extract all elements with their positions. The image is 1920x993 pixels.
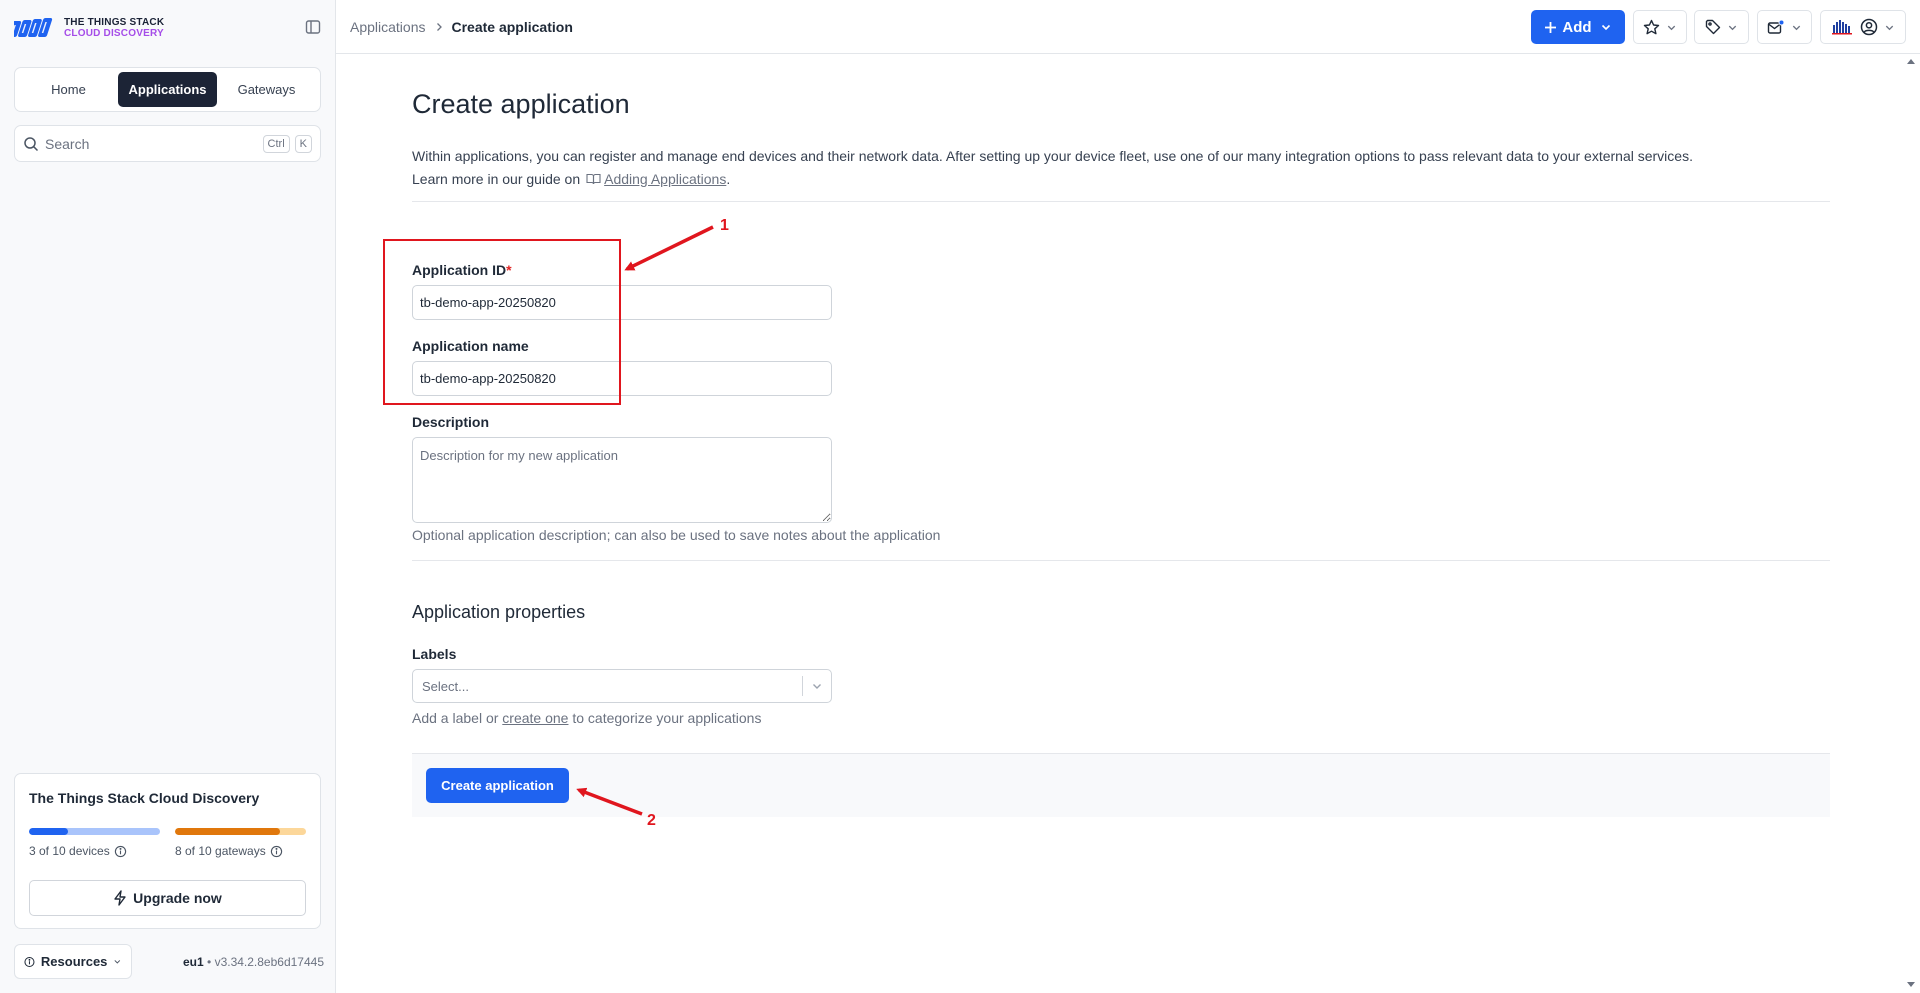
labels-help: Add a label or create one to categorize … [412,710,761,726]
search-icon [24,136,39,151]
annotation-marker-2: 2 [647,812,656,829]
add-label: Add [1562,18,1592,36]
resources-menu-button[interactable]: Resources [14,944,132,979]
tab-home[interactable]: Home [19,72,118,107]
breadcrumb-current: Create application [451,19,573,35]
labels-label: Labels [412,646,457,662]
gateways-usage: 8 of 10 gateways [175,844,283,858]
page-title: Create application [412,89,630,119]
devices-usage-bar [29,828,160,835]
notification-inbox-icon [1767,19,1785,34]
sidebar-nav-tabs: Home Applications Gateways [14,67,321,112]
labels-help-suffix: to categorize your applications [572,710,762,726]
chevron-down-icon [1667,25,1676,30]
gateways-usage-bar [175,828,306,835]
devices-usage: 3 of 10 devices [29,844,127,858]
brand-line-2: CLOUD DISCOVERY [64,28,164,39]
shortcut-key-k: K [294,134,312,153]
info-icon[interactable] [114,845,127,858]
annotation-marker-1: 1 [720,217,729,234]
adding-applications-link[interactable]: Adding Applications [604,171,726,187]
account-menu-button[interactable] [1820,10,1906,44]
labels-select[interactable]: Select... [412,669,832,703]
build-version: v3.34.2.8eb6d17445 [214,955,324,969]
search-input[interactable]: Search Ctrl K [14,125,321,162]
star-icon [1643,19,1660,34]
brand-line-1: THE THINGS STACK [64,17,165,28]
search-placeholder: Search [45,135,90,152]
application-properties-title: Application properties [412,602,586,622]
description-help: Optional application description; can al… [412,527,941,543]
intro-prefix: Learn more in our guide on [412,171,581,187]
upgrade-now-label: Upgrade now [133,890,222,906]
version-info: eu1 • v3.34.2.8eb6d17445 [183,955,324,969]
info-icon [24,956,35,967]
lightning-icon [114,890,126,906]
scroll-down-arrow-icon[interactable] [1906,981,1916,989]
intro-line-1: Within applications, you can register an… [412,148,1693,164]
labels-button[interactable] [1694,10,1749,44]
book-icon [586,173,601,185]
tab-applications[interactable]: Applications [118,72,217,107]
annotation-highlight-box [383,239,621,405]
create-label-link[interactable]: create one [502,710,568,726]
tag-icon [1705,19,1721,35]
add-button[interactable]: Add [1531,10,1625,44]
divider [412,201,1830,202]
org-logo-icon [1831,20,1852,35]
chevron-right-icon [436,23,442,31]
resources-label: Resources [40,954,108,969]
scroll-up-arrow-icon[interactable] [1906,57,1916,65]
brand-logo[interactable]: THE THINGS STACK CLOUD DISCOVERY [14,17,164,39]
devices-usage-label: 3 of 10 devices [29,844,110,858]
chevron-down-icon [1728,25,1737,30]
chevron-down-icon [114,960,121,964]
sidebar: THE THINGS STACK CLOUD DISCOVERY Home Ap… [0,0,336,993]
bookmarks-button[interactable] [1633,10,1687,44]
description-label: Description [412,414,490,430]
notifications-button[interactable] [1757,10,1812,44]
tab-gateways[interactable]: Gateways [217,72,316,107]
chevron-down-icon [1885,25,1893,30]
plan-title: The Things Stack Cloud Discovery [29,790,260,806]
gateways-usage-label: 8 of 10 gateways [175,844,266,858]
cluster-name: eu1 [183,955,204,969]
plus-icon [1545,21,1557,33]
labels-select-placeholder: Select... [422,678,469,694]
upgrade-now-button[interactable]: Upgrade now [29,880,306,916]
form-submit-bar: Create application [412,753,1830,817]
plan-usage-card: The Things Stack Cloud Discovery 3 of 10… [14,773,321,929]
breadcrumb-applications[interactable]: Applications [350,19,426,35]
intro-line-2: Learn more in our guide on Adding Applic… [412,168,1693,191]
shortcut-key-ctrl: Ctrl [262,134,290,153]
logo-mark-icon [14,18,53,37]
chevron-down-icon[interactable] [803,680,831,692]
info-icon[interactable] [270,845,283,858]
chevron-down-icon [1601,24,1610,31]
intro-text: Within applications, you can register an… [412,145,1693,191]
divider [412,560,1830,561]
breadcrumb: Applications Create application [350,19,573,35]
description-textarea[interactable] [412,437,832,523]
collapse-sidebar-icon[interactable] [305,19,323,37]
top-bar: Applications Create application Add [336,0,1920,54]
annotation-arrow-1 [624,225,714,271]
chevron-down-icon [1792,25,1801,30]
user-circle-icon [1860,18,1877,36]
create-application-button[interactable]: Create application [426,768,569,803]
labels-help-prefix: Add a label or [412,710,499,726]
intro-suffix: . [726,171,731,187]
